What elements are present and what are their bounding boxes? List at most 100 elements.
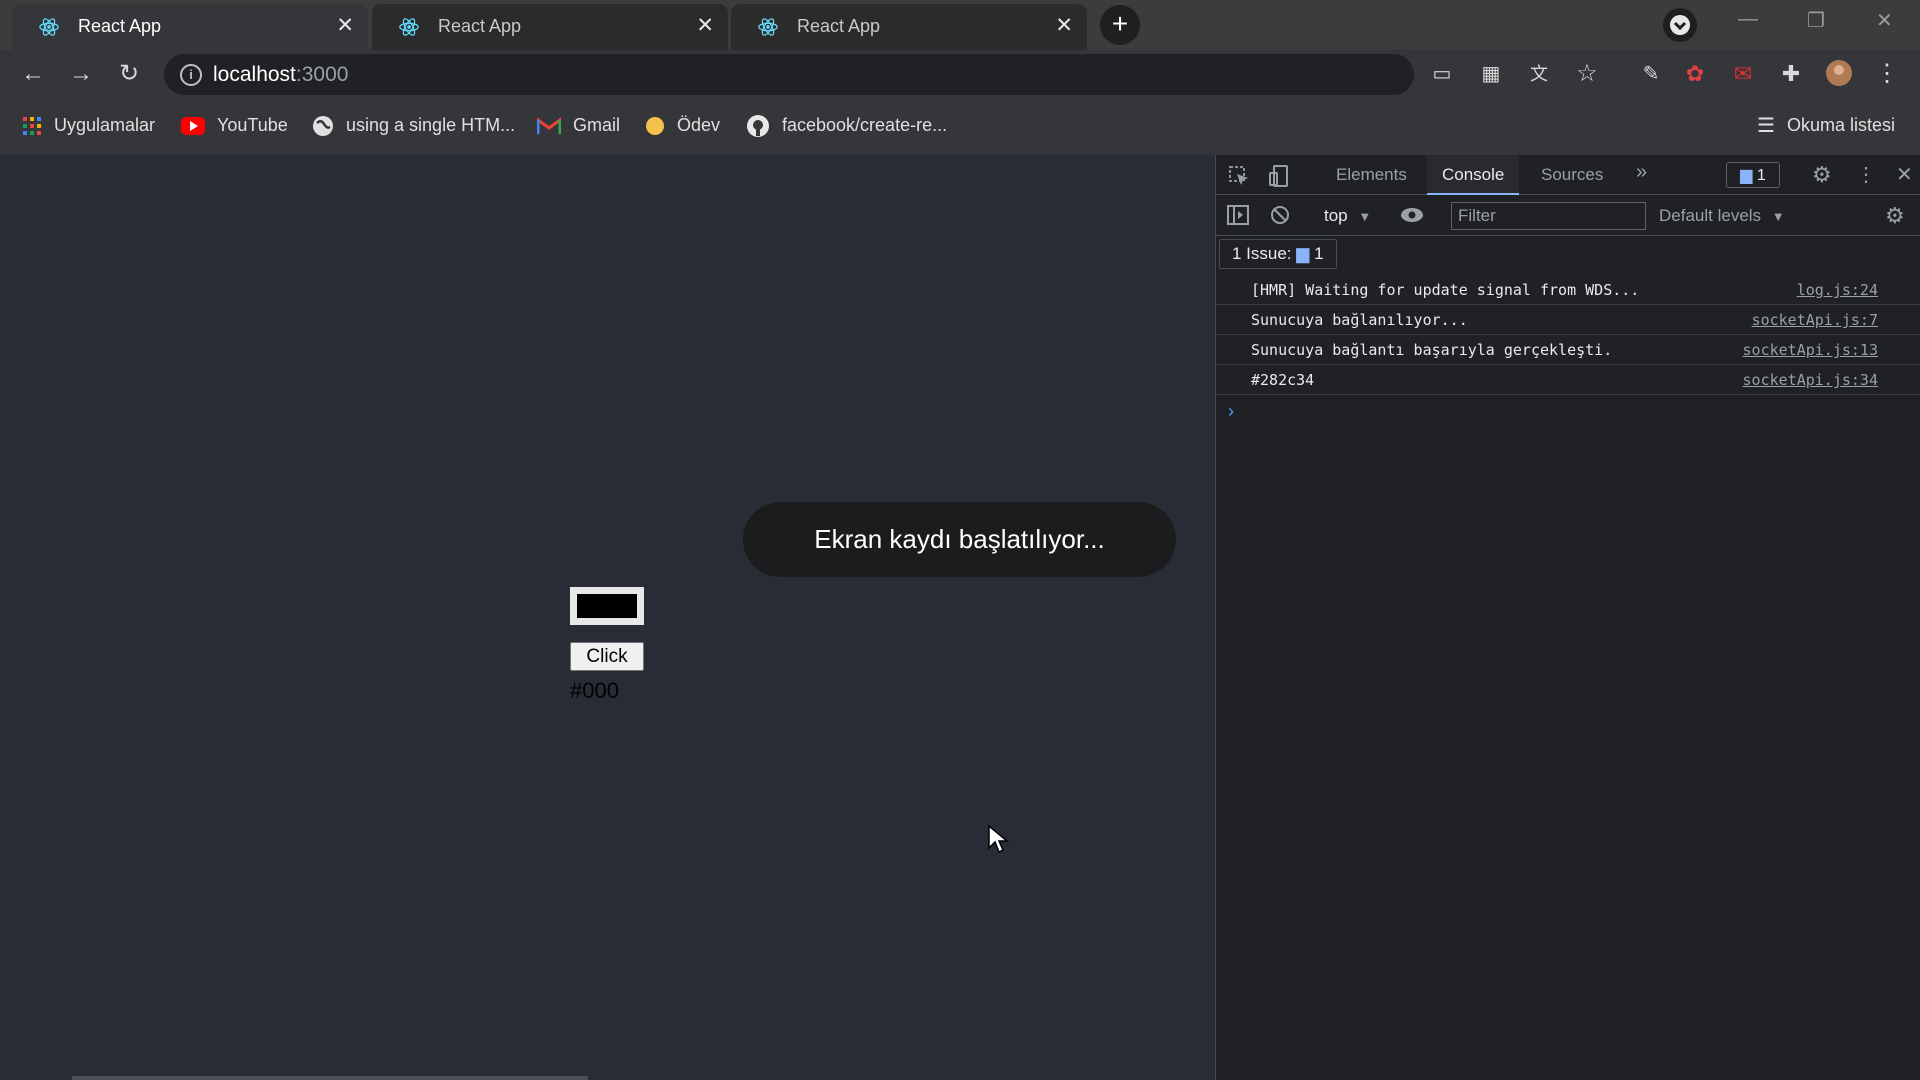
log-text: #282c34 bbox=[1251, 371, 1315, 389]
mail-extension-icon[interactable]: ✉ bbox=[1728, 59, 1758, 89]
tab-react-app-1[interactable]: React App ✕ bbox=[12, 4, 368, 50]
url-port: :3000 bbox=[295, 63, 349, 86]
sidebar-toggle-icon[interactable] bbox=[1227, 205, 1249, 225]
reading-list-icon: ☰ bbox=[1757, 115, 1775, 138]
react-logo-icon bbox=[399, 18, 419, 36]
menu-kebab-icon[interactable]: ⋮ bbox=[1872, 59, 1902, 89]
bookmark-label: facebook/create-re... bbox=[782, 115, 948, 135]
console-message: Sunucuya bağlanılıyor... socketApi.js:7 bbox=[1216, 305, 1920, 335]
profile-avatar[interactable] bbox=[1824, 59, 1854, 89]
window-close-icon[interactable]: ✕ bbox=[1876, 8, 1893, 33]
reading-list-button[interactable]: ☰ Okuma listesi bbox=[1757, 99, 1895, 152]
click-button[interactable]: Click bbox=[570, 642, 644, 671]
log-source-link[interactable]: log.js:24 bbox=[1797, 275, 1878, 305]
translate-icon[interactable]: 文 bbox=[1524, 59, 1554, 89]
log-source-link[interactable]: socketApi.js:34 bbox=[1743, 365, 1878, 395]
tab-title: React App bbox=[797, 16, 881, 36]
apps-icon[interactable]: ▦ bbox=[1476, 59, 1506, 89]
site-info-icon[interactable]: i bbox=[180, 64, 202, 86]
react-logo-icon bbox=[758, 18, 778, 36]
live-expression-eye-icon[interactable] bbox=[1400, 207, 1424, 223]
react-logo-icon bbox=[39, 18, 59, 36]
reload-icon[interactable]: ↻ bbox=[114, 59, 144, 89]
log-text: Sunucuya bağlanılıyor... bbox=[1251, 311, 1468, 329]
device-toolbar-icon[interactable] bbox=[1268, 164, 1290, 188]
settings-gear-icon[interactable]: ⚙ bbox=[1812, 162, 1832, 188]
bookmark-github[interactable]: facebook/create-re... bbox=[746, 99, 947, 151]
url-host: localhost bbox=[213, 63, 296, 86]
github-icon bbox=[747, 115, 769, 138]
console-message: [HMR] Waiting for update signal from WDS… bbox=[1216, 275, 1920, 305]
bookmarks-bar: Uygulamalar YouTube using a single HTM..… bbox=[0, 99, 1920, 155]
console-filter-input[interactable] bbox=[1451, 202, 1646, 230]
close-devtools-icon[interactable]: ✕ bbox=[1896, 162, 1913, 187]
issues-count: 1 bbox=[1756, 167, 1766, 184]
tab-title: React App bbox=[78, 16, 162, 36]
bookmark-youtube[interactable]: YouTube bbox=[181, 99, 288, 151]
bookmark-apps[interactable]: Uygulamalar bbox=[22, 99, 155, 151]
minimize-icon[interactable]: — bbox=[1738, 8, 1758, 31]
back-icon[interactable]: ← bbox=[18, 59, 48, 89]
log-source-link[interactable]: socketApi.js:7 bbox=[1752, 305, 1878, 335]
bookmark-label: YouTube bbox=[217, 115, 288, 135]
globe-icon bbox=[313, 116, 333, 137]
tab-title: React App bbox=[438, 16, 522, 36]
close-tab-icon[interactable]: ✕ bbox=[336, 4, 354, 48]
tab-react-app-3[interactable]: React App ✕ bbox=[731, 4, 1087, 50]
forward-icon[interactable]: → bbox=[66, 59, 96, 89]
inspect-element-icon[interactable] bbox=[1228, 165, 1250, 187]
console-prompt-chevron-icon[interactable]: › bbox=[1228, 401, 1234, 422]
tab-elements[interactable]: Elements bbox=[1336, 155, 1407, 195]
extension-red-icon[interactable]: ✿ bbox=[1680, 59, 1710, 89]
tab-search-button[interactable] bbox=[1663, 8, 1697, 42]
issues-bar[interactable]: 1 Issue: ▆ 1 bbox=[1219, 239, 1337, 269]
context-selector[interactable]: top ▼ bbox=[1324, 195, 1371, 237]
horizontal-scrollbar[interactable] bbox=[72, 1076, 588, 1080]
bookmark-odev[interactable]: Ödev bbox=[645, 99, 720, 151]
issues-bar-count: 1 bbox=[1314, 244, 1324, 263]
cast-icon[interactable]: ▭ bbox=[1427, 59, 1457, 89]
bookmark-label: Uygulamalar bbox=[54, 115, 156, 135]
log-levels-dropdown[interactable]: Default levels ▼ bbox=[1659, 195, 1785, 237]
levels-label: Default levels bbox=[1659, 206, 1762, 225]
devtools-menu-icon[interactable]: ⋮ bbox=[1856, 162, 1876, 187]
bookmark-star-icon[interactable]: ☆ bbox=[1572, 59, 1602, 89]
close-tab-icon[interactable]: ✕ bbox=[696, 4, 714, 48]
console-log-list: [HMR] Waiting for update signal from WDS… bbox=[1216, 275, 1920, 421]
issues-bar-label: 1 Issue: bbox=[1232, 244, 1292, 263]
clear-console-icon[interactable] bbox=[1270, 205, 1290, 225]
plus-icon: + bbox=[1111, 8, 1129, 39]
chevron-down-icon bbox=[1670, 15, 1690, 35]
devtools-panel: Elements Console Sources » ▆ 1 ⚙ ⋮ ✕ top… bbox=[1215, 155, 1920, 1080]
apps-grid-icon bbox=[23, 117, 41, 136]
bookmark-html[interactable]: using a single HTM... bbox=[312, 99, 515, 151]
dropdown-triangle-icon: ▼ bbox=[1358, 209, 1372, 224]
message-icon: ▆ bbox=[1296, 244, 1310, 263]
log-source-link[interactable]: socketApi.js:13 bbox=[1743, 335, 1878, 365]
devtools-tab-bar: Elements Console Sources » ▆ 1 ⚙ ⋮ ✕ bbox=[1216, 155, 1920, 195]
tab-console[interactable]: Console bbox=[1427, 155, 1520, 195]
restore-icon[interactable]: ❐ bbox=[1807, 8, 1825, 33]
close-tab-icon[interactable]: ✕ bbox=[1055, 4, 1073, 48]
more-tabs-icon[interactable]: » bbox=[1636, 161, 1647, 184]
issues-badge[interactable]: ▆ 1 bbox=[1726, 162, 1780, 188]
console-toolbar: top ▼ Default levels ▼ ⚙ bbox=[1216, 195, 1920, 236]
pen-extension-icon[interactable]: ✎ bbox=[1636, 59, 1666, 89]
address-bar[interactable]: i localhost:3000 bbox=[164, 54, 1414, 95]
avatar-icon bbox=[1826, 60, 1852, 86]
circle-folder-icon bbox=[646, 117, 664, 136]
log-text: [HMR] Waiting for update signal from WDS… bbox=[1251, 281, 1640, 299]
tab-strip: React App ✕ React App ✕ React App ✕ + — … bbox=[0, 0, 1920, 50]
context-label: top bbox=[1324, 206, 1348, 225]
color-preview-box bbox=[570, 587, 644, 625]
message-icon: ▆ bbox=[1740, 167, 1753, 184]
new-tab-button[interactable]: + bbox=[1100, 5, 1140, 45]
console-message: Sunucuya bağlantı başarıyla gerçekleşti.… bbox=[1216, 335, 1920, 365]
tab-sources[interactable]: Sources bbox=[1541, 155, 1603, 195]
page-viewport: Ekran kaydı başlatılıyor... Click #000 bbox=[0, 155, 1215, 1080]
tab-react-app-2[interactable]: React App ✕ bbox=[372, 4, 728, 50]
bookmark-gmail[interactable]: Gmail bbox=[537, 99, 620, 151]
console-settings-gear-icon[interactable]: ⚙ bbox=[1885, 203, 1905, 229]
log-text: Sunucuya bağlantı başarıyla gerçekleşti. bbox=[1251, 341, 1613, 359]
extensions-puzzle-icon[interactable]: ✚ bbox=[1776, 59, 1806, 89]
